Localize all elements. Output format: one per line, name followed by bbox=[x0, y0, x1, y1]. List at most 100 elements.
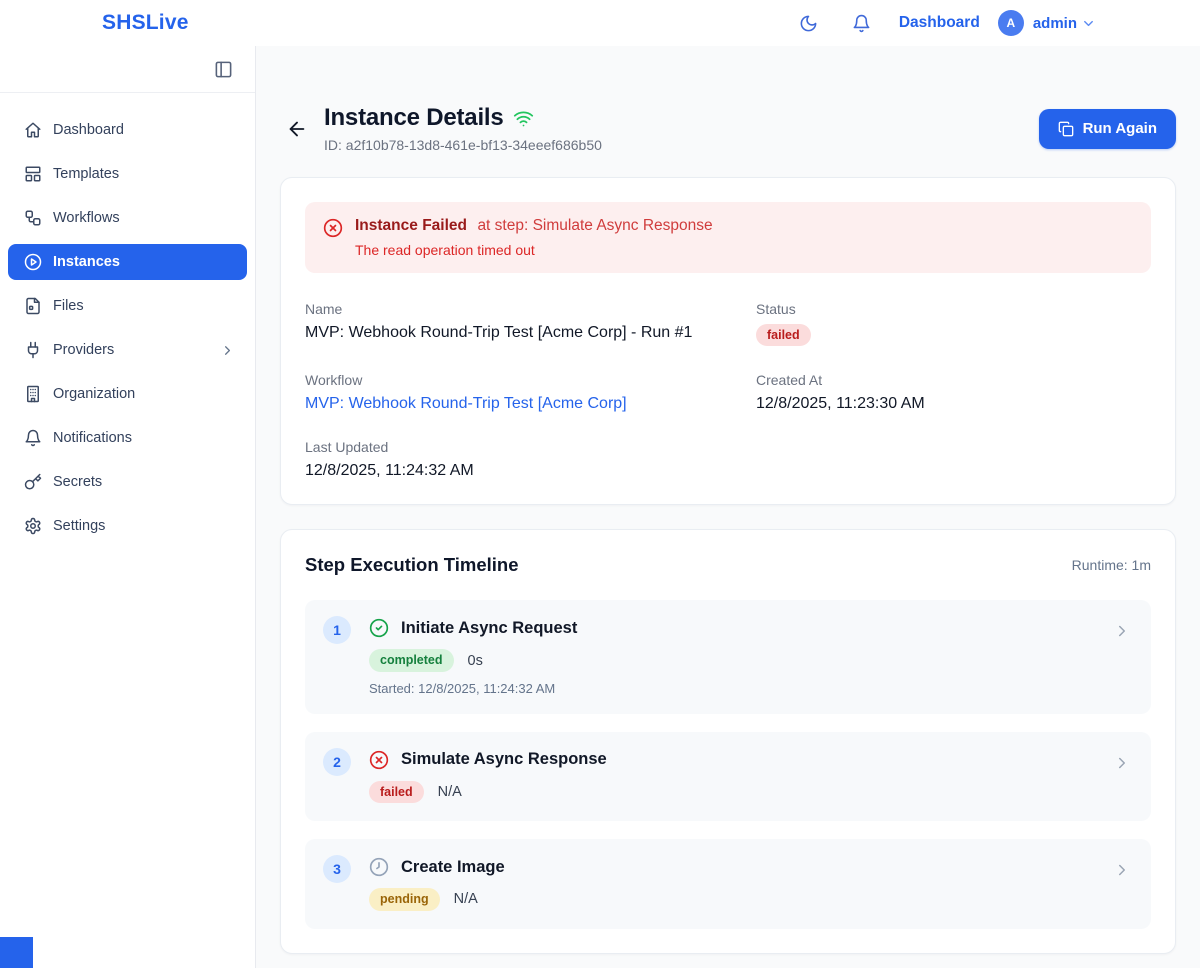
page-title: Instance Details bbox=[324, 104, 504, 132]
step-number: 2 bbox=[323, 748, 351, 776]
bell-icon bbox=[24, 429, 42, 447]
clock-icon bbox=[369, 857, 389, 877]
bell-icon bbox=[852, 14, 871, 33]
field-label: Status bbox=[756, 301, 1151, 317]
field-last-updated: Last Updated 12/8/2025, 11:24:32 AM bbox=[305, 439, 756, 480]
app-logo: SHSLive bbox=[102, 11, 189, 35]
step-number: 3 bbox=[323, 855, 351, 883]
instance-failed-alert: Instance Failed at step: Simulate Async … bbox=[305, 202, 1151, 273]
sidebar-item-label: Providers bbox=[53, 342, 114, 358]
sidebar-item-settings[interactable]: Settings bbox=[8, 508, 247, 544]
sidebar-collapse-button[interactable] bbox=[210, 56, 237, 83]
step-status-badge: failed bbox=[369, 781, 424, 803]
status-badge: failed bbox=[756, 324, 811, 346]
sidebar-item-notifications[interactable]: Notifications bbox=[8, 420, 247, 456]
steps-list: 1 Initiate Async Request completed 0s St… bbox=[305, 600, 1151, 928]
layout-panels-icon bbox=[24, 165, 42, 183]
check-circle-icon bbox=[369, 618, 389, 638]
main-content: Instance Details ID: a2f10b78-13d8-461e-… bbox=[256, 46, 1200, 968]
sidebar-item-templates[interactable]: Templates bbox=[8, 156, 247, 192]
sidebar-item-label: Files bbox=[53, 298, 84, 314]
step-name: Initiate Async Request bbox=[401, 619, 577, 638]
sidebar-item-dashboard[interactable]: Dashboard bbox=[8, 112, 247, 148]
sidebar-item-workflows[interactable]: Workflows bbox=[8, 200, 247, 236]
chevron-down-icon[interactable] bbox=[1081, 16, 1096, 31]
user-menu[interactable]: admin bbox=[1033, 15, 1077, 32]
dark-mode-toggle[interactable] bbox=[795, 10, 822, 37]
chevron-right-icon[interactable] bbox=[1113, 754, 1131, 772]
field-status: Status failed bbox=[756, 301, 1151, 346]
step-row-1[interactable]: 1 Initiate Async Request completed 0s St… bbox=[305, 600, 1151, 713]
alert-subtitle: at step: Simulate Async Response bbox=[477, 217, 712, 234]
run-again-button[interactable]: Run Again bbox=[1039, 109, 1176, 149]
back-button[interactable] bbox=[280, 112, 314, 146]
step-number: 1 bbox=[323, 616, 351, 644]
sidebar-item-label: Organization bbox=[53, 386, 135, 402]
field-label: Last Updated bbox=[305, 439, 756, 455]
topbar-actions: Dashboard A admin bbox=[795, 10, 1096, 37]
field-workflow: Workflow MVP: Webhook Round-Trip Test [A… bbox=[305, 372, 756, 413]
play-circle-icon bbox=[24, 253, 42, 271]
chevron-right-icon bbox=[220, 343, 235, 358]
notifications-button[interactable] bbox=[848, 10, 875, 37]
sidebar-item-label: Dashboard bbox=[53, 122, 124, 138]
sidebar-item-organization[interactable]: Organization bbox=[8, 376, 247, 412]
field-label: Workflow bbox=[305, 372, 756, 388]
sidebar: Dashboard Templates Workflows Instances bbox=[0, 46, 256, 968]
field-name: Name MVP: Webhook Round-Trip Test [Acme … bbox=[305, 301, 756, 346]
panel-left-icon bbox=[214, 60, 233, 79]
building-icon bbox=[24, 385, 42, 403]
step-row-2[interactable]: 2 Simulate Async Response failed N/A bbox=[305, 732, 1151, 821]
created-at-value: 12/8/2025, 11:23:30 AM bbox=[756, 395, 1151, 413]
arrow-left-icon bbox=[286, 118, 308, 140]
plug-icon bbox=[24, 341, 42, 359]
workflow-nodes-icon bbox=[24, 209, 42, 227]
step-duration: N/A bbox=[454, 891, 478, 907]
timeline-title: Step Execution Timeline bbox=[305, 554, 519, 576]
chevron-right-icon[interactable] bbox=[1113, 622, 1131, 640]
avatar[interactable]: A bbox=[998, 10, 1024, 36]
sidebar-item-label: Templates bbox=[53, 166, 119, 182]
copy-icon bbox=[1058, 121, 1074, 137]
step-timeline-card: Step Execution Timeline Runtime: 1m 1 In… bbox=[280, 529, 1176, 953]
sidebar-item-label: Secrets bbox=[53, 474, 102, 490]
workflow-link[interactable]: MVP: Webhook Round-Trip Test [Acme Corp] bbox=[305, 395, 627, 412]
runtime-label: Runtime: 1m bbox=[1072, 557, 1151, 573]
step-duration: N/A bbox=[438, 784, 462, 800]
wifi-live-icon bbox=[513, 108, 534, 129]
field-created-at: Created At 12/8/2025, 11:23:30 AM bbox=[756, 372, 1151, 413]
step-started: Started: 12/8/2025, 11:24:32 AM bbox=[369, 681, 577, 696]
sidebar-item-instances[interactable]: Instances bbox=[8, 244, 247, 280]
step-name: Simulate Async Response bbox=[401, 750, 607, 769]
sidebar-item-label: Instances bbox=[53, 254, 120, 270]
file-icon bbox=[24, 297, 42, 315]
instance-name-value: MVP: Webhook Round-Trip Test [Acme Corp]… bbox=[305, 324, 756, 342]
field-label: Created At bbox=[756, 372, 1151, 388]
step-row-3[interactable]: 3 Create Image pending N/A bbox=[305, 839, 1151, 928]
sidebar-item-label: Workflows bbox=[53, 210, 120, 226]
step-duration: 0s bbox=[468, 653, 483, 669]
sidebar-item-label: Settings bbox=[53, 518, 105, 534]
home-icon bbox=[24, 121, 42, 139]
key-icon bbox=[24, 473, 42, 491]
step-status-badge: completed bbox=[369, 649, 454, 671]
sidebar-header bbox=[0, 46, 255, 93]
sidebar-item-secrets[interactable]: Secrets bbox=[8, 464, 247, 500]
sidebar-item-files[interactable]: Files bbox=[8, 288, 247, 324]
alert-message: The read operation timed out bbox=[355, 242, 713, 258]
chevron-right-icon[interactable] bbox=[1113, 861, 1131, 879]
alert-title: Instance Failed bbox=[355, 217, 467, 234]
sidebar-item-providers[interactable]: Providers bbox=[8, 332, 247, 368]
dev-indicator[interactable] bbox=[0, 937, 33, 968]
step-name: Create Image bbox=[401, 858, 505, 877]
x-circle-icon bbox=[369, 750, 389, 770]
moon-icon bbox=[799, 14, 818, 33]
sidebar-item-label: Notifications bbox=[53, 430, 132, 446]
last-updated-value: 12/8/2025, 11:24:32 AM bbox=[305, 462, 756, 480]
field-label: Name bbox=[305, 301, 756, 317]
page-header: Instance Details ID: a2f10b78-13d8-461e-… bbox=[280, 104, 1176, 153]
instance-details-card: Instance Failed at step: Simulate Async … bbox=[280, 177, 1176, 505]
instance-fields: Name MVP: Webhook Round-Trip Test [Acme … bbox=[305, 301, 1151, 480]
dashboard-link[interactable]: Dashboard bbox=[899, 14, 980, 32]
instance-id: ID: a2f10b78-13d8-461e-bf13-34eeef686b50 bbox=[324, 137, 602, 153]
